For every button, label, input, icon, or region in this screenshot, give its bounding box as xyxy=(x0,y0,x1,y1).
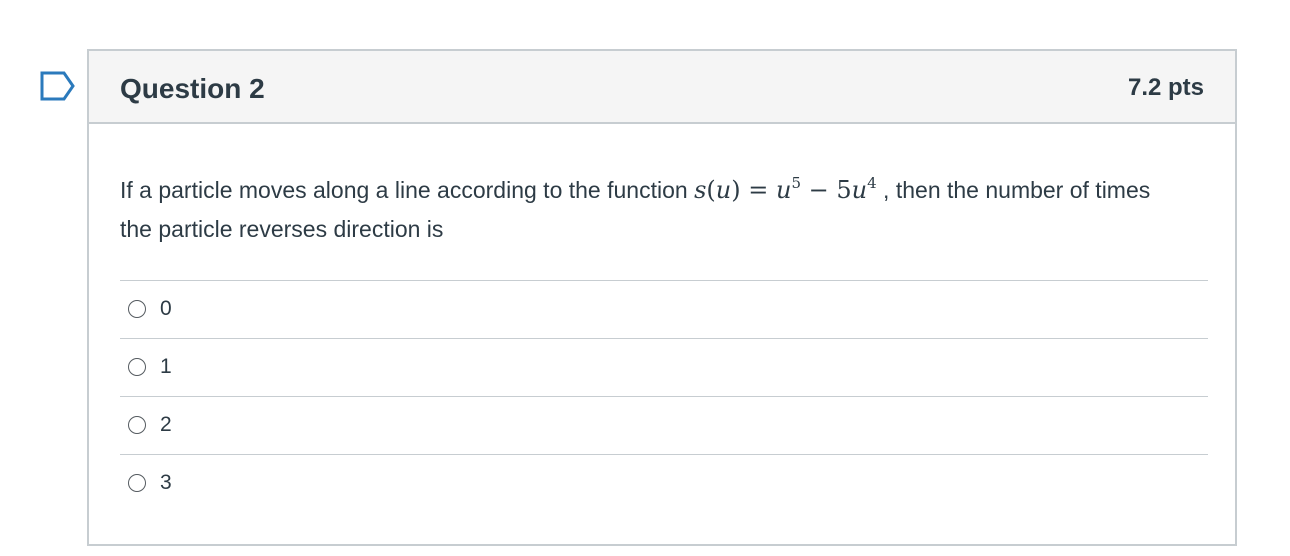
math-term2-coef: 5 xyxy=(836,176,852,204)
answer-label[interactable]: 1 xyxy=(160,355,172,379)
math-term1-exp: 5 xyxy=(791,174,801,192)
question-card: Question 2 7.2 pts If a particle moves a… xyxy=(87,49,1237,546)
answer-label[interactable]: 3 xyxy=(160,471,172,495)
answer-option[interactable]: 3 xyxy=(120,454,1208,512)
math-expression: s(u) = u5 − 5u4 xyxy=(694,174,877,205)
question-header: Question 2 7.2 pts xyxy=(89,51,1235,124)
math-term2-base: u xyxy=(851,176,868,204)
math-term2-exp: 4 xyxy=(867,174,877,192)
answer-option[interactable]: 2 xyxy=(120,396,1208,454)
radio-icon[interactable] xyxy=(128,416,146,434)
math-var: u xyxy=(715,176,732,204)
question-text-before: If a particle moves along a line accordi… xyxy=(120,177,695,203)
answer-option[interactable]: 1 xyxy=(120,338,1208,396)
math-term1-base: u xyxy=(775,176,792,204)
radio-icon[interactable] xyxy=(128,300,146,318)
answer-label[interactable]: 2 xyxy=(160,413,172,437)
radio-icon[interactable] xyxy=(128,358,146,376)
flag-question-icon[interactable] xyxy=(40,71,76,101)
answer-list: 0 1 2 3 xyxy=(120,280,1208,512)
question-text: If a particle moves along a line accordi… xyxy=(120,171,1180,249)
answer-label[interactable]: 0 xyxy=(160,297,172,321)
radio-icon[interactable] xyxy=(128,474,146,492)
question-title: Question 2 xyxy=(120,73,265,104)
question-points: 7.2 pts xyxy=(1127,74,1204,101)
math-operator: − xyxy=(808,176,829,204)
math-fn: s xyxy=(694,176,707,204)
answer-option[interactable]: 0 xyxy=(120,280,1208,338)
